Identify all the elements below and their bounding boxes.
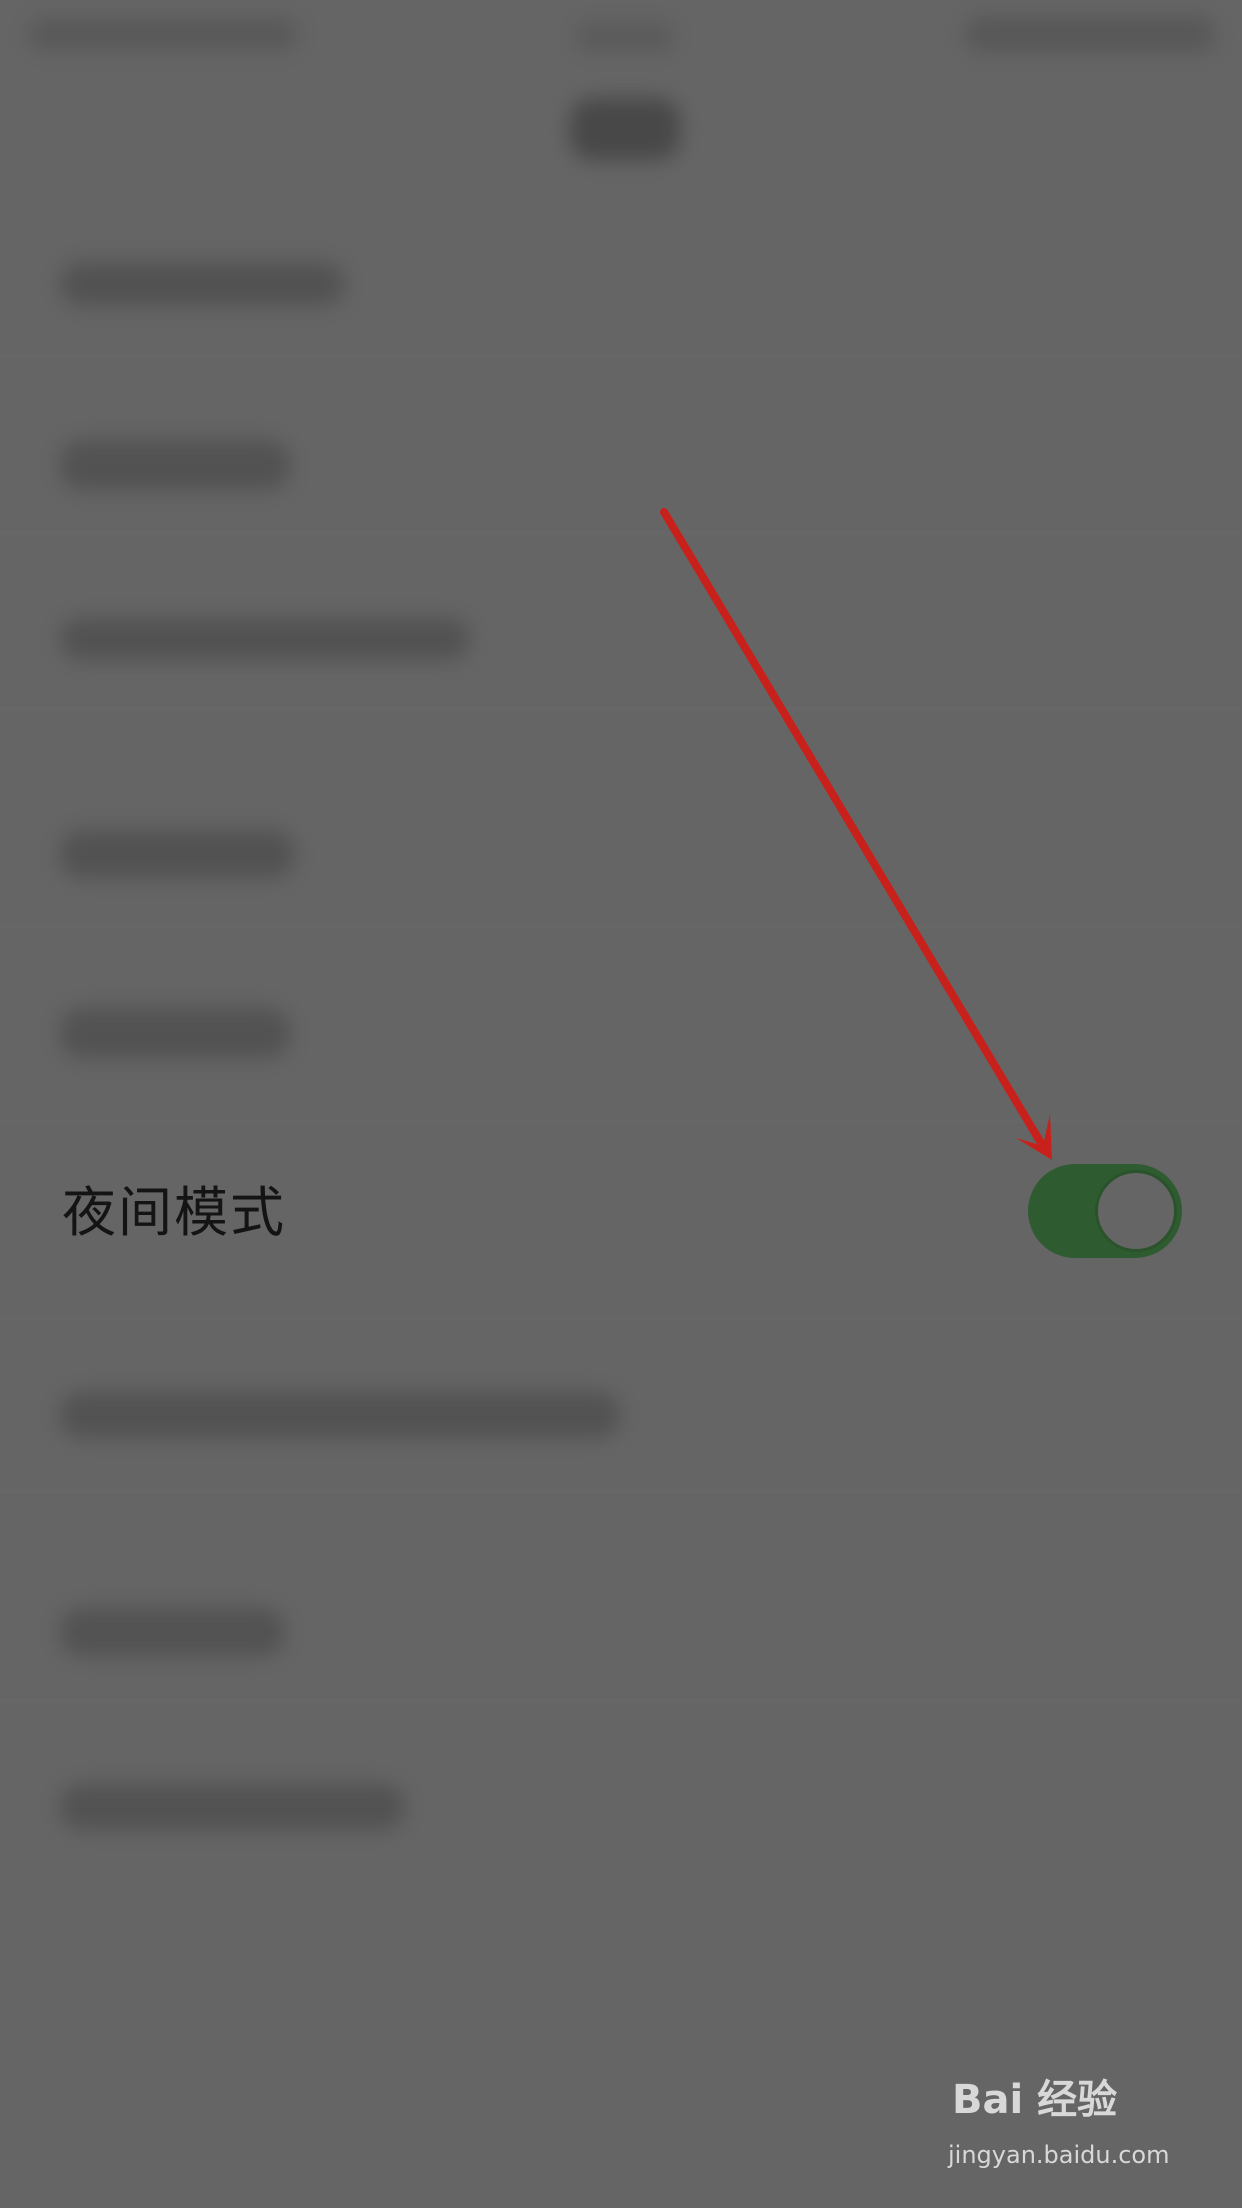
- settings-item-blurred[interactable]: [60, 1608, 285, 1656]
- settings-item-blurred[interactable]: [60, 618, 470, 660]
- night-mode-toggle[interactable]: [1028, 1164, 1182, 1258]
- divider: [0, 1700, 1242, 1702]
- divider: [0, 1490, 1242, 1492]
- divider: [0, 925, 1242, 927]
- status-bar-center-blurred: [575, 22, 675, 52]
- settings-item-blurred[interactable]: [60, 1392, 620, 1438]
- watermark-logo: Bai 经验: [952, 2077, 1118, 2123]
- divider: [0, 1120, 1242, 1122]
- watermark-url: jingyan.baidu.com: [948, 2141, 1170, 2169]
- settings-item-blurred[interactable]: [60, 830, 295, 878]
- divider: [0, 1318, 1242, 1320]
- settings-item-blurred[interactable]: [60, 1008, 290, 1058]
- status-bar-right-blurred: [965, 16, 1215, 52]
- settings-item-blurred[interactable]: [60, 440, 290, 490]
- watermark: Bai 经验 jingyan.baidu.com: [948, 2070, 1216, 2190]
- arrow-shaft: [660, 508, 1048, 1152]
- annotation-arrow: [660, 508, 1052, 1160]
- settings-item-blurred[interactable]: [60, 262, 345, 306]
- divider: [0, 355, 1242, 357]
- status-bar-left-blurred: [28, 18, 298, 50]
- settings-item-blurred[interactable]: [60, 1784, 405, 1830]
- settings-item-night-mode[interactable]: 夜间模式: [0, 1148, 1242, 1278]
- divider: [0, 532, 1242, 534]
- toggle-knob: [1095, 1170, 1177, 1252]
- night-mode-label: 夜间模式: [62, 1181, 286, 1244]
- divider: [0, 708, 1242, 710]
- page-title-blurred: [570, 98, 680, 160]
- settings-screen: 夜间模式 Bai 经验 jingyan.baidu.com: [0, 0, 1242, 2208]
